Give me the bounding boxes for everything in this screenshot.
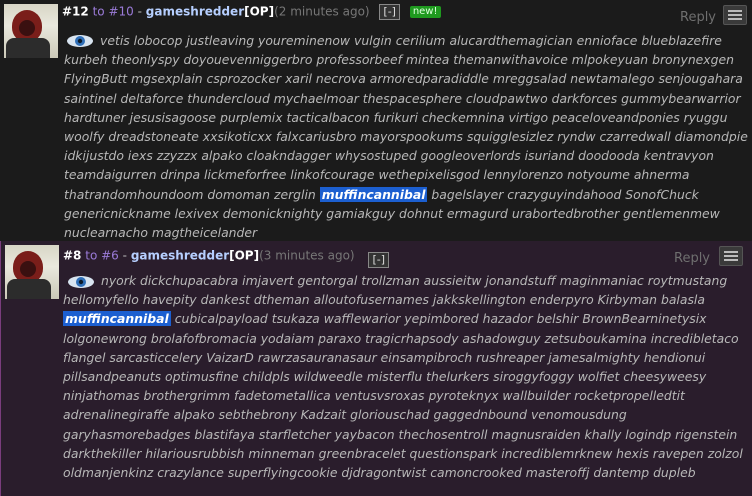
reply-link[interactable]: Reply [680, 10, 716, 25]
post-number[interactable]: #8 [63, 249, 81, 263]
watcher-list: vetis lobocop justleaving youreminenow v… [64, 31, 752, 241]
timestamp: (2 minutes ago) [274, 4, 370, 19]
watchers-before: vetis lobocop justleaving youreminenow v… [64, 33, 748, 202]
to-label: to [92, 4, 105, 19]
watcher-list: nyork dickchupacabra imjavert gentorgal … [63, 271, 752, 482]
post-8: #8 to #6 - gameshredder[OP](3 minutes ag… [0, 241, 752, 496]
new-badge: new! [409, 6, 441, 18]
separator: - [137, 4, 142, 19]
watchers-before: nyork dickchupacabra imjavert gentorgal … [63, 273, 728, 308]
watchers-after: cubicalpayload tsukaza wafflewarior yepi… [63, 311, 743, 481]
username-link[interactable]: gameshredder [131, 249, 229, 263]
separator: - [122, 248, 127, 263]
post-header: #8 to #6 - gameshredder[OP](3 minutes ag… [63, 244, 389, 268]
reply-link[interactable]: Reply [674, 251, 710, 266]
post-number[interactable]: #12 [62, 5, 89, 19]
reply-target-link[interactable]: #10 [108, 5, 133, 19]
avatar[interactable] [5, 245, 59, 299]
avatar[interactable] [4, 4, 58, 58]
timestamp: (3 minutes ago) [259, 248, 355, 263]
post-12: #12 to #10 - gameshredder[OP](2 minutes … [0, 0, 752, 241]
collapse-button[interactable]: [-] [379, 4, 400, 20]
collapse-button[interactable]: [-] [368, 252, 389, 268]
post-header: #12 to #10 - gameshredder[OP](2 minutes … [62, 4, 441, 20]
op-tag: [OP] [229, 248, 260, 263]
op-tag: [OP] [244, 4, 275, 19]
highlighted-user[interactable]: muffincannibal [319, 186, 428, 202]
to-label: to [85, 248, 98, 263]
hamburger-icon[interactable] [723, 5, 747, 25]
username-link[interactable]: gameshredder [146, 5, 244, 19]
highlighted-user[interactable]: muffincannibal [63, 311, 171, 327]
hamburger-icon[interactable] [719, 246, 743, 266]
reply-target-link[interactable]: #6 [101, 249, 119, 263]
